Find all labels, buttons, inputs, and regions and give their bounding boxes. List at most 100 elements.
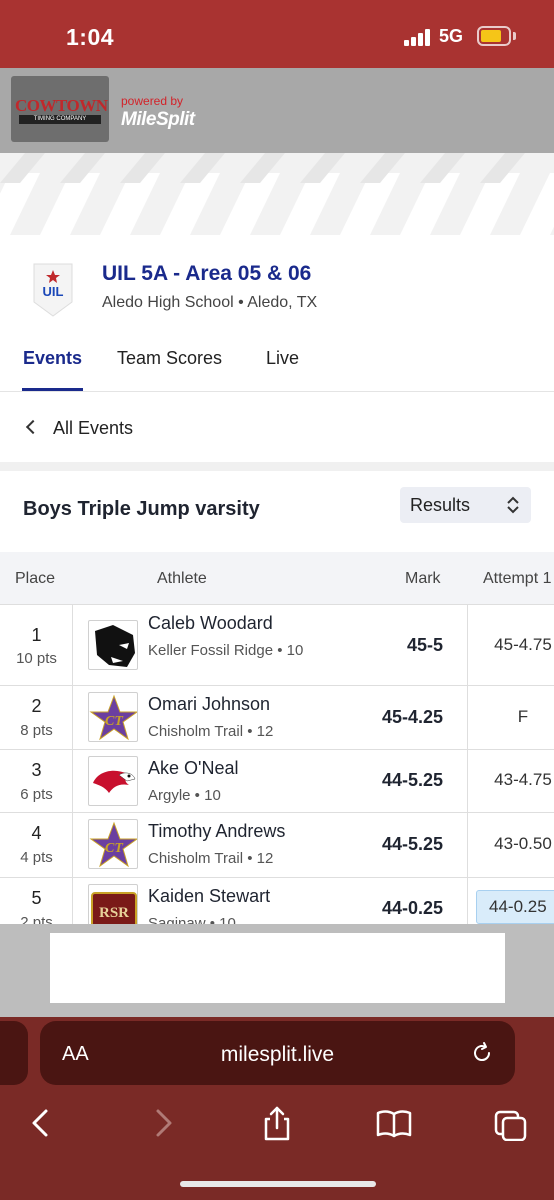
athlete-name[interactable]: Kaiden Stewart bbox=[148, 886, 270, 907]
place-cell: 3 6 pts bbox=[0, 750, 73, 812]
athlete-name[interactable]: Timothy Andrews bbox=[148, 821, 285, 842]
athlete-name[interactable]: Ake O'Neal bbox=[148, 758, 238, 779]
attempt-value: F bbox=[517, 707, 529, 726]
back-icon[interactable] bbox=[24, 1105, 60, 1141]
header-mark: Mark bbox=[405, 570, 441, 587]
athlete-name[interactable]: Omari Johnson bbox=[148, 694, 270, 715]
tab-events[interactable]: Events bbox=[23, 348, 82, 369]
rsr-logo: RSR bbox=[88, 884, 138, 924]
attempt-cell: F bbox=[467, 686, 554, 749]
table-row[interactable]: 5 2 pts RSR Kaiden Stewart Saginaw • 10 … bbox=[0, 878, 554, 924]
attempt-cell: 43-4.75 bbox=[467, 750, 554, 812]
athlete-team: Saginaw • 10 bbox=[148, 915, 236, 924]
tab-live[interactable]: Live bbox=[266, 348, 299, 369]
uil-logo-icon: UIL bbox=[32, 262, 74, 318]
active-tab-indicator bbox=[22, 388, 83, 391]
table-header: Place Athlete Mark Attempt 1 bbox=[0, 552, 554, 605]
attempt-cell: 45-4.75 bbox=[467, 605, 554, 685]
mark-value: 45-4.25 bbox=[381, 707, 443, 727]
tabs-icon[interactable] bbox=[493, 1105, 529, 1141]
header-place: Place bbox=[15, 570, 56, 587]
table-row[interactable]: 3 6 pts Ake O'Neal Argyle • 10 44-5.25 4… bbox=[0, 750, 554, 813]
eagle-logo bbox=[88, 756, 138, 806]
brand-header: COWTOWN TIMING COMPANY powered by MileSp… bbox=[0, 68, 554, 153]
place-points: 8 pts bbox=[20, 722, 53, 739]
mark-value: 44-0.25 bbox=[381, 898, 443, 918]
place-number: 3 bbox=[31, 760, 42, 780]
place-cell: 2 8 pts bbox=[0, 686, 73, 749]
all-events-label: All Events bbox=[53, 418, 134, 438]
place-points: 4 pts bbox=[20, 849, 53, 866]
address-bar[interactable]: AA milesplit.live bbox=[40, 1021, 515, 1085]
place-cell: 5 2 pts bbox=[0, 878, 73, 924]
place-cell: 1 10 pts bbox=[0, 605, 73, 685]
header-attempt-1: Attempt 1 bbox=[483, 570, 552, 587]
cowtown-logo[interactable]: COWTOWN TIMING COMPANY bbox=[11, 76, 109, 142]
place-points: 10 pts bbox=[16, 650, 57, 667]
athlete-team: Chisholm Trail • 12 bbox=[148, 723, 274, 740]
tab-team-scores[interactable]: Team Scores bbox=[117, 348, 222, 369]
previous-tab-preview[interactable] bbox=[0, 1021, 28, 1085]
attempt-cell: 43-0.50 bbox=[467, 813, 554, 877]
chevron-updown-icon bbox=[507, 496, 519, 514]
network-type: 5G bbox=[439, 26, 464, 46]
panther-logo bbox=[88, 620, 138, 670]
battery-icon bbox=[477, 26, 511, 46]
table-row[interactable]: 1 10 pts Caleb Woodard Keller Fossil Rid… bbox=[0, 605, 554, 686]
place-number: 2 bbox=[31, 696, 42, 716]
place-number: 1 bbox=[31, 625, 42, 645]
mark-value: 44-5.25 bbox=[381, 834, 443, 854]
status-bar: 1:04 5G bbox=[0, 0, 554, 68]
svg-text:CT: CT bbox=[105, 714, 124, 729]
status-time: 1:04 bbox=[66, 24, 115, 50]
section-divider bbox=[0, 462, 554, 471]
logo-sub-text: TIMING COMPANY bbox=[19, 115, 101, 124]
signal-strength-icon bbox=[404, 28, 434, 46]
attempt-value: 43-4.75 bbox=[494, 770, 552, 789]
place-cell: 4 4 pts bbox=[0, 813, 73, 877]
logo-main-text: COWTOWN bbox=[15, 96, 108, 115]
url-text[interactable]: milesplit.live bbox=[40, 1043, 515, 1067]
athlete-team: Keller Fossil Ridge • 10 bbox=[148, 642, 304, 659]
ct-star-logo: CT bbox=[88, 692, 138, 742]
svg-text:RSR: RSR bbox=[99, 905, 129, 921]
mark-value: 45-5 bbox=[406, 635, 443, 655]
table-row[interactable]: 4 4 pts CT Timothy Andrews Chisholm Trai… bbox=[0, 813, 554, 878]
attempt-value-highlighted: 44-0.25 bbox=[476, 890, 554, 924]
header-pattern bbox=[0, 153, 554, 235]
place-number: 5 bbox=[31, 888, 42, 908]
place-points: 6 pts bbox=[20, 786, 53, 803]
results-view-select[interactable]: Results bbox=[400, 487, 531, 523]
all-events-link[interactable]: All Events bbox=[0, 400, 554, 456]
table-row[interactable]: 2 8 pts CT Omari Johnson Chisholm Trail … bbox=[0, 686, 554, 750]
athlete-team: Argyle • 10 bbox=[148, 787, 221, 804]
attempt-value: 45-4.75 bbox=[494, 635, 552, 654]
share-icon[interactable] bbox=[259, 1105, 295, 1141]
mark-value: 44-5.25 bbox=[381, 770, 443, 790]
ct-star-logo: CT bbox=[88, 819, 138, 869]
chevron-left-icon bbox=[25, 419, 41, 435]
reload-icon[interactable] bbox=[470, 1041, 494, 1065]
forward-icon[interactable] bbox=[144, 1105, 180, 1141]
athlete-name[interactable]: Caleb Woodard bbox=[148, 613, 273, 634]
browser-chrome: AA milesplit.live bbox=[0, 1017, 554, 1200]
place-number: 4 bbox=[31, 823, 42, 843]
ad-banner-area bbox=[0, 924, 554, 1017]
event-title: Boys Triple Jump varsity bbox=[23, 498, 260, 520]
header-athlete: Athlete bbox=[157, 570, 207, 587]
meet-location: Aledo High School • Aledo, TX bbox=[102, 294, 318, 311]
powered-by-label: powered by bbox=[121, 94, 184, 108]
uil-logo-text: UIL bbox=[43, 284, 64, 299]
bookmarks-icon[interactable] bbox=[376, 1105, 412, 1141]
milesplit-logo: MileSplit bbox=[121, 109, 195, 130]
athlete-team: Chisholm Trail • 12 bbox=[148, 850, 274, 867]
place-points: 2 pts bbox=[20, 914, 53, 924]
battery-tip bbox=[513, 32, 516, 40]
tab-bar: Events Team Scores Live bbox=[0, 340, 554, 392]
home-indicator[interactable] bbox=[180, 1181, 376, 1187]
ad-slot[interactable] bbox=[50, 933, 505, 1003]
results-select-label: Results bbox=[410, 495, 471, 515]
results-table: Place Athlete Mark Attempt 1 1 10 pts Ca… bbox=[0, 552, 554, 924]
meet-title: UIL 5A - Area 05 & 06 bbox=[102, 262, 312, 285]
attempt-value: 43-0.50 bbox=[494, 834, 552, 853]
